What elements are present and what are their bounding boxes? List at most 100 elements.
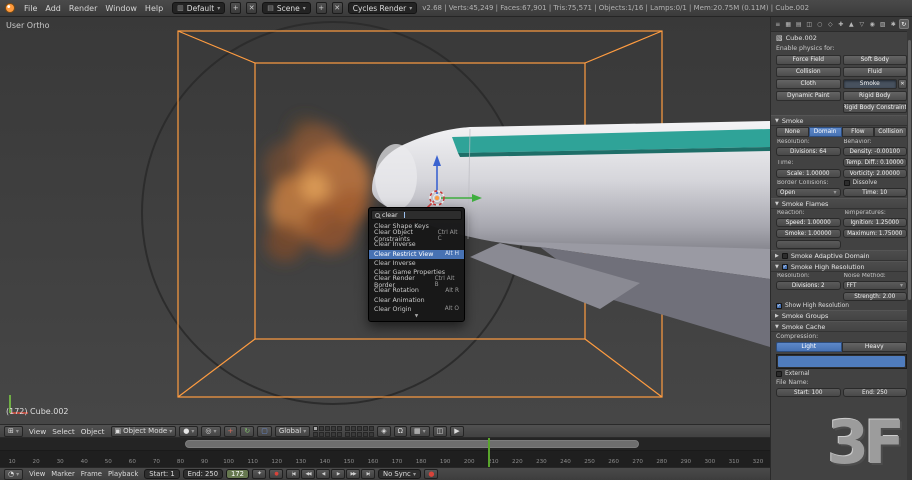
transport-button[interactable]: ▶|	[361, 469, 375, 479]
manipulator-translate-button[interactable]: +	[223, 425, 238, 437]
tab-constraints-icon[interactable]: ✚	[836, 19, 846, 29]
compression-light-button[interactable]: Light	[776, 342, 842, 352]
rigid-body-button[interactable]: Rigid Body	[842, 91, 907, 101]
breadcrumb-object-name[interactable]: Cube.002	[786, 34, 817, 42]
timeline-menu-item[interactable]: Marker	[48, 470, 78, 478]
vorticity-slider[interactable]: Vorticity: 2.00000	[842, 169, 907, 178]
layers-group-2[interactable]	[345, 425, 375, 437]
panel-header-high-resolution[interactable]: ▼ ✓ Smoke High Resolution	[771, 261, 912, 272]
view3d-menu-item[interactable]: Object	[78, 427, 108, 436]
main-menu-item[interactable]: Render	[65, 4, 101, 13]
tab-render-layers-icon[interactable]: ▤	[794, 19, 804, 29]
transport-button[interactable]: ◀	[316, 469, 330, 479]
flame-ignition-slider[interactable]: Ignition: 1.25000	[842, 218, 907, 227]
external-cache-row[interactable]: External	[771, 370, 912, 378]
transport-button[interactable]: ◀◀	[301, 469, 315, 479]
fluid-button[interactable]: Fluid	[842, 67, 907, 77]
panel-header-adaptive-domain[interactable]: ▶ Smoke Adaptive Domain	[771, 250, 912, 261]
3d-viewport[interactable]: User Ortho (172) Cube.002 Clear Shape Ke…	[0, 17, 770, 424]
point-cache-list[interactable]	[776, 354, 907, 369]
smoke-button[interactable]: Smoke	[842, 79, 897, 89]
record-button[interactable]: ●	[423, 469, 438, 479]
border-collisions-dropdown[interactable]: Open ▾	[776, 188, 841, 197]
dissolve-time-slider[interactable]: Time: 10	[842, 188, 907, 197]
tab-data-icon[interactable]: ▽	[857, 19, 867, 29]
adaptive-domain-checkbox[interactable]	[781, 252, 788, 259]
timeline-scrollbar-handle[interactable]	[184, 440, 640, 448]
opengl-render-anim-button[interactable]: ▶	[450, 425, 464, 437]
current-frame-marker[interactable]	[488, 438, 491, 467]
shading-selector[interactable]: ● ▾	[179, 425, 199, 437]
smoke-type-collision[interactable]: Collision	[874, 127, 907, 137]
flame-speed-slider[interactable]: Speed: 1.00000	[776, 218, 841, 227]
tab-particles-icon[interactable]: ✱	[889, 19, 899, 29]
transport-button[interactable]: ▶▶	[346, 469, 360, 479]
noise-method-dropdown[interactable]: FFT ▾	[842, 281, 907, 290]
layers-widget[interactable]	[313, 425, 375, 437]
force-field-button[interactable]: Force Field	[776, 55, 841, 65]
smoke-type-domain[interactable]: Domain	[808, 127, 842, 137]
cache-start-field[interactable]: Start: 100	[776, 388, 841, 397]
external-checkbox[interactable]	[776, 371, 782, 377]
smoke-type-flow[interactable]: Flow	[841, 127, 875, 137]
tab-render-icon[interactable]: ▦	[784, 19, 794, 29]
tab-modifiers-icon[interactable]: ▲	[847, 19, 857, 29]
timeline-ruler[interactable]: 10 20 30 40 50 60 70 80 90 100 110 120 130 140 150 160 1…	[0, 451, 770, 467]
panel-header-smoke-flames[interactable]: ▼ Smoke Flames	[771, 198, 912, 209]
screen-layout-selector[interactable]: ▥ Default ▾	[172, 2, 226, 14]
flame-vorticity-slider[interactable]	[776, 240, 841, 249]
dissolve-checkbox-row[interactable]: Dissolve	[843, 180, 908, 186]
soft-body-button[interactable]: Soft Body	[842, 55, 907, 65]
density-slider[interactable]: Density: -0.00100	[842, 147, 907, 156]
manipulator-scale-button[interactable]: ▢	[257, 425, 272, 437]
popup-menu-item[interactable]: Clear Object Constraints Ctrl Alt C	[369, 229, 464, 243]
hr-divisions-slider[interactable]: Divisions: 2	[776, 281, 841, 290]
tab-texture-icon[interactable]: ▨	[878, 19, 888, 29]
blender-logo-icon[interactable]	[5, 3, 15, 13]
render-engine-selector[interactable]: Cycles Render ▾	[347, 2, 418, 14]
popup-search-input[interactable]	[382, 211, 402, 219]
layers-group-1[interactable]	[313, 425, 343, 437]
frame-start-field[interactable]: Start: 1	[144, 469, 180, 479]
panel-header-smoke-groups[interactable]: ▶ Smoke Groups	[771, 310, 912, 321]
time-scale-slider[interactable]: Scale: 1.00000	[776, 169, 841, 178]
timeline-editor-type-button[interactable]: ◔ ▾	[4, 468, 24, 480]
flame-maximum-slider[interactable]: Maximum: 1.75000	[842, 229, 907, 238]
main-menu-item[interactable]: File	[20, 4, 41, 13]
sync-mode-selector[interactable]: No Sync ▾	[378, 469, 421, 479]
popup-menu-item[interactable]: Clear Rotation Alt R	[369, 286, 464, 295]
popup-search-box[interactable]	[371, 210, 462, 220]
tab-physics-icon[interactable]: ↻	[899, 19, 909, 29]
main-menu-item[interactable]: Window	[101, 4, 141, 13]
cache-end-field[interactable]: End: 250	[842, 388, 907, 397]
transport-button[interactable]: |◀	[286, 469, 300, 479]
compression-heavy-button[interactable]: Heavy	[841, 342, 907, 352]
transport-button[interactable]: ▶	[331, 469, 345, 479]
popup-menu-item[interactable]: Clear Animation	[369, 296, 464, 305]
tab-object-icon[interactable]: ◇	[826, 19, 836, 29]
pivot-selector[interactable]: ◎ ▾	[201, 425, 221, 437]
orientation-selector[interactable]: Global ▾	[274, 425, 311, 437]
dynamic-paint-button[interactable]: Dynamic Paint	[776, 91, 841, 101]
timeline-menu-item[interactable]: Playback	[105, 470, 141, 478]
view3d-menu-item[interactable]: Select	[49, 427, 78, 436]
divisions-slider[interactable]: Divisions: 64	[776, 147, 841, 156]
show-high-resolution-row[interactable]: ✓ Show High Resolution	[771, 302, 912, 310]
popup-menu-item[interactable]: Clear Render Border Ctrl Alt B	[369, 275, 464, 289]
point-cache-selected-row[interactable]	[778, 356, 905, 367]
current-frame-field[interactable]: 172	[226, 469, 249, 479]
remove-layout-button[interactable]: ✕	[246, 2, 258, 14]
mode-selector[interactable]: ▣ Object Mode ▾	[110, 425, 177, 437]
dissolve-checkbox[interactable]	[843, 180, 850, 186]
snap-toggle-button[interactable]: Ω	[393, 425, 407, 437]
scene-selector[interactable]: ▤ Scene ▾	[262, 2, 311, 14]
remove-smoke-button[interactable]: ✕	[898, 79, 907, 89]
tab-scene-icon[interactable]: ◫	[805, 19, 815, 29]
panel-header-smoke-cache[interactable]: ▼ Smoke Cache	[771, 321, 912, 332]
frame-end-field[interactable]: End: 250	[182, 469, 224, 479]
lock-button[interactable]: ◈	[377, 425, 391, 437]
high-resolution-checkbox[interactable]: ✓	[781, 263, 788, 270]
timeline-menu-item[interactable]: Frame	[78, 470, 105, 478]
strength-slider[interactable]: Strength: 2.00	[842, 292, 907, 301]
remove-scene-button[interactable]: ✕	[331, 2, 343, 14]
